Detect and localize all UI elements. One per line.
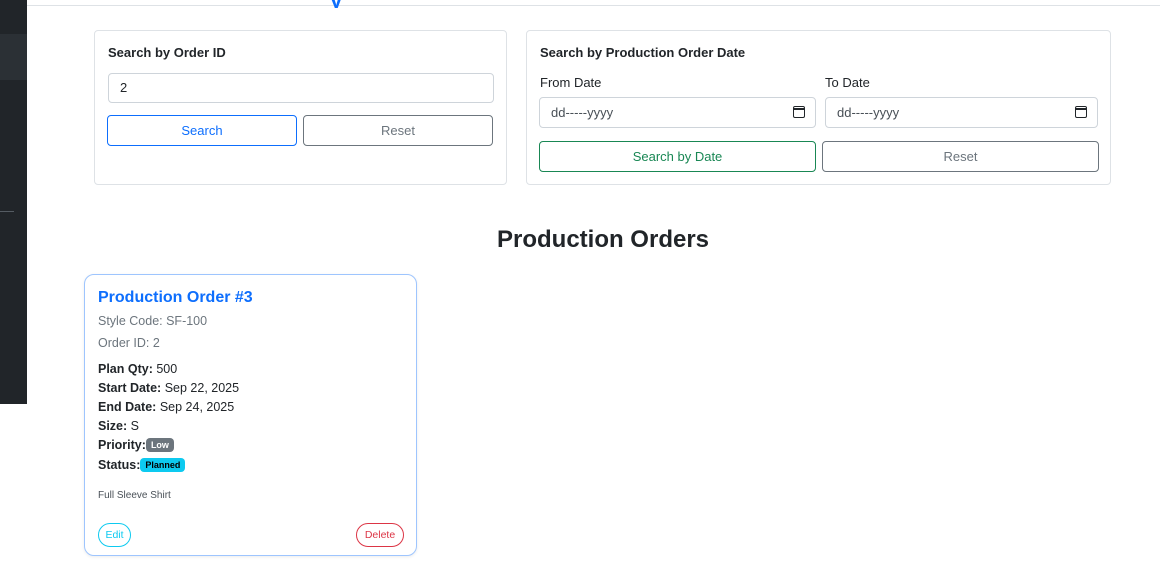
- size-value: S: [130, 419, 140, 433]
- reset-date-button[interactable]: Reset: [822, 141, 1099, 172]
- section-title: Production Orders: [496, 226, 710, 253]
- priority-badge: Low: [145, 438, 174, 452]
- status: Status: Planned: [98, 458, 186, 472]
- style-code: Style Code: SF-100: [98, 314, 208, 328]
- start-date-value: Sep 22, 2025: [164, 381, 240, 395]
- end-date: End Date: Sep 24, 2025: [98, 400, 234, 414]
- size: Size: S: [98, 419, 139, 433]
- sidebar-active-item[interactable]: [0, 34, 27, 80]
- production-order-card: Production Order #3 Style Code: SF-100 O…: [84, 274, 417, 556]
- to-date-placeholder: dd-----yyyy: [837, 105, 900, 120]
- plan-qty: Plan Qty: 500: [98, 362, 177, 376]
- search-by-id-title: Search by Order ID: [108, 45, 226, 60]
- order-title: Production Order #3: [98, 289, 253, 306]
- delete-button[interactable]: Delete: [356, 523, 404, 547]
- plan-qty-value: 500: [156, 362, 178, 376]
- end-date-value: Sep 24, 2025: [159, 400, 235, 414]
- from-date-placeholder: dd-----yyyy: [551, 105, 614, 120]
- sidebar-divider: [0, 211, 14, 212]
- start-date-label: Start Date:: [98, 381, 162, 395]
- status-label: Status:: [98, 458, 141, 472]
- page-heading-fragment: y: [330, 0, 354, 8]
- search-by-date-button[interactable]: Search by Date: [539, 141, 816, 172]
- status-badge: Planned: [140, 458, 186, 472]
- size-label: Size:: [98, 419, 128, 433]
- search-by-date-title: Search by Production Order Date: [540, 45, 746, 60]
- start-date: Start Date: Sep 22, 2025: [98, 381, 239, 395]
- from-date-label: From Date: [540, 75, 602, 90]
- order-id-input[interactable]: 2: [108, 73, 494, 103]
- edit-button[interactable]: Edit: [98, 523, 131, 547]
- calendar-icon[interactable]: [793, 106, 805, 118]
- priority-label: Priority:: [98, 438, 146, 452]
- plan-qty-label: Plan Qty:: [98, 362, 153, 376]
- from-date-input[interactable]: dd-----yyyy: [539, 97, 816, 128]
- product-name: Full Sleeve Shirt: [98, 490, 171, 501]
- reset-button[interactable]: Reset: [303, 115, 493, 146]
- end-date-label: End Date:: [98, 400, 157, 414]
- to-date-input[interactable]: dd-----yyyy: [825, 97, 1098, 128]
- search-by-date-panel: Search by Production Order Date From Dat…: [526, 30, 1111, 185]
- search-by-id-panel: Search by Order ID 2 Search Reset: [94, 30, 507, 185]
- to-date-label: To Date: [825, 75, 870, 90]
- order-id: Order ID: 2: [98, 336, 160, 350]
- priority: Priority: Low: [98, 438, 174, 452]
- calendar-icon[interactable]: [1075, 106, 1087, 118]
- header-divider: [27, 5, 1160, 6]
- sidebar: [0, 0, 27, 404]
- search-button[interactable]: Search: [107, 115, 297, 146]
